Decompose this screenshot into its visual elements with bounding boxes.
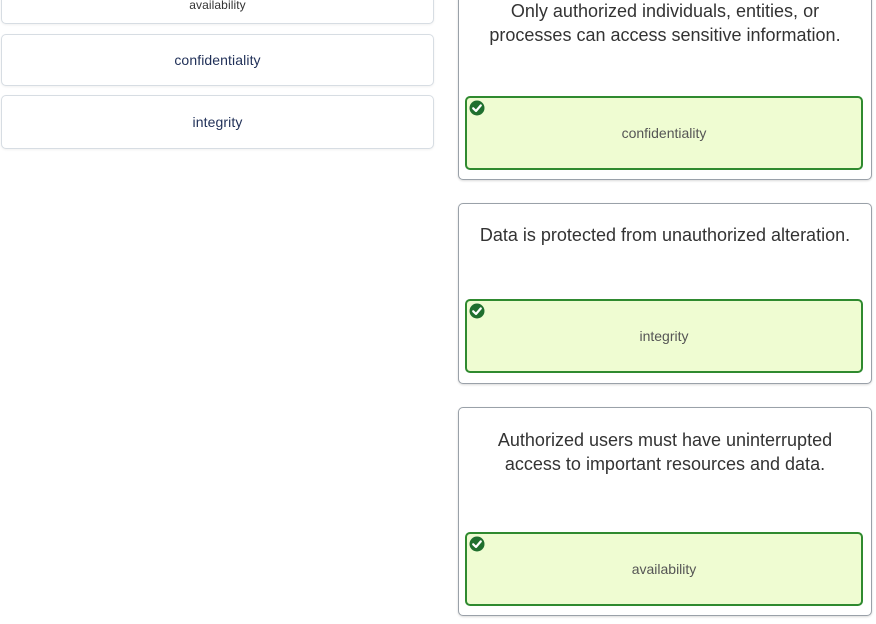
- drag-drop-quiz: availability confidentiality integrity O…: [0, 0, 876, 624]
- answer-drop-zone[interactable]: availability: [465, 532, 863, 606]
- check-circle-icon: [469, 303, 485, 319]
- answer-drop-zone[interactable]: confidentiality: [465, 96, 863, 170]
- check-circle-icon: [469, 536, 485, 552]
- question-card: Data is protected from unauthorized alte…: [458, 203, 872, 384]
- question-card: Only authorized individuals, entities, o…: [458, 0, 872, 180]
- question-text: Only authorized individuals, entities, o…: [489, 1, 841, 45]
- option-label: confidentiality: [174, 52, 261, 68]
- question-text: Data is protected from unauthorized alte…: [479, 225, 851, 245]
- check-circle-icon: [469, 100, 485, 116]
- option-confidentiality[interactable]: confidentiality: [1, 34, 434, 86]
- option-integrity[interactable]: integrity: [1, 95, 434, 149]
- answer-label: availability: [631, 561, 697, 577]
- question-text: Authorized users must have uninterrupted…: [497, 430, 833, 474]
- answer-drop-zone[interactable]: integrity: [465, 299, 863, 373]
- question-card: Authorized users must have uninterrupted…: [458, 407, 872, 616]
- option-label: integrity: [192, 114, 243, 130]
- answer-label: confidentiality: [621, 125, 707, 141]
- answer-label: integrity: [639, 328, 689, 344]
- option-label: availability: [189, 0, 246, 12]
- option-availability[interactable]: availability: [1, 0, 434, 24]
